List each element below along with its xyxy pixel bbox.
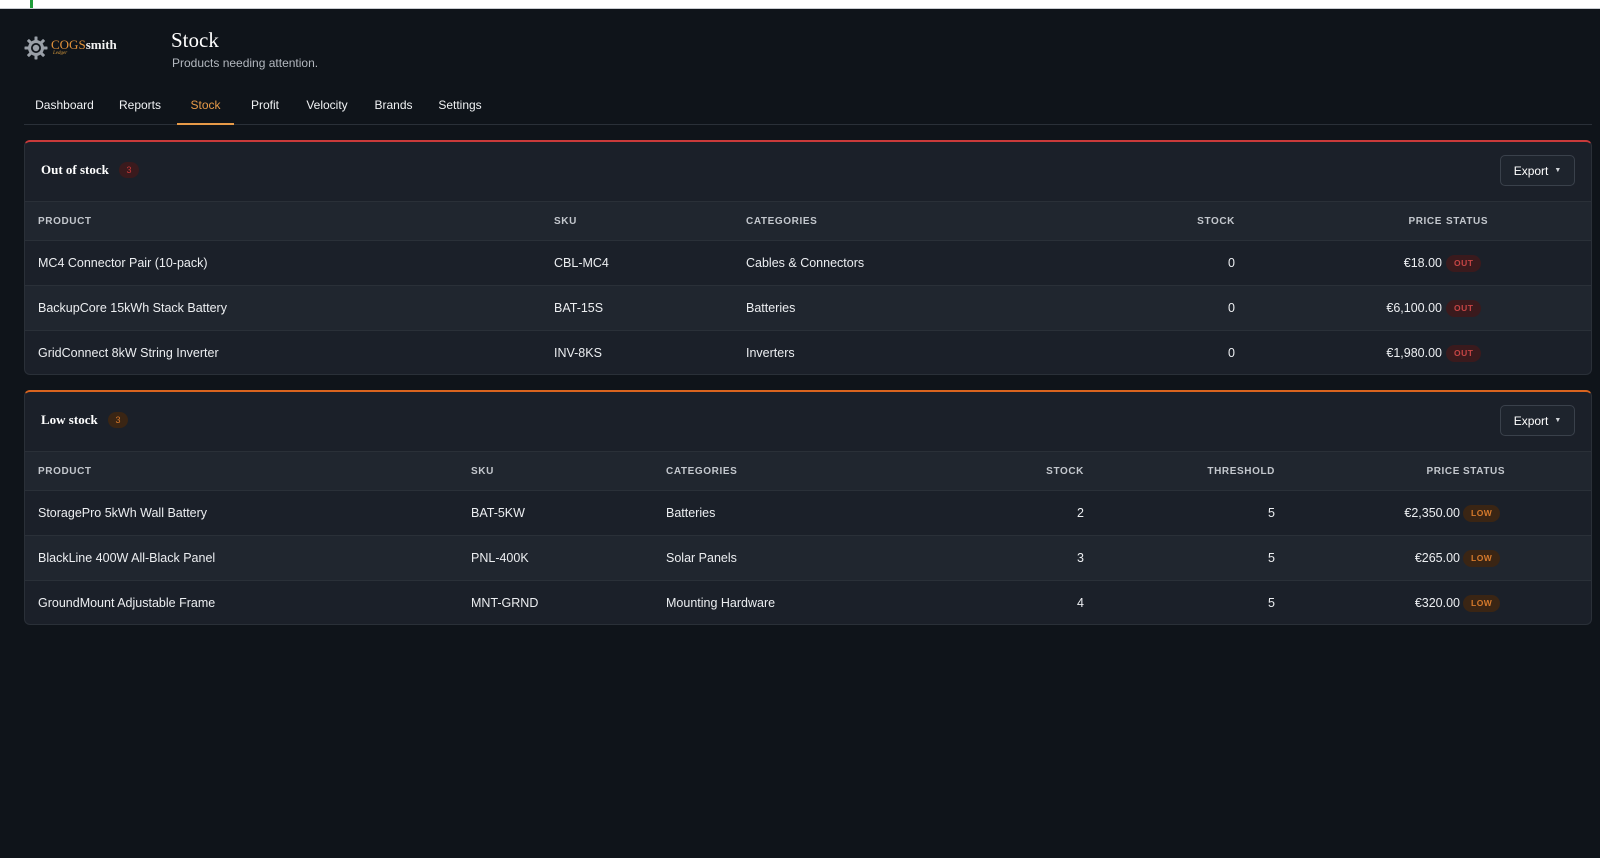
price-cell: €265.00: [1414, 551, 1460, 565]
stock-cell: 3: [1077, 551, 1084, 565]
column-header-price[interactable]: PRICE: [1305, 466, 1460, 477]
logo-secondary-text: smith: [85, 37, 117, 52]
column-header-stock[interactable]: STOCK: [1085, 216, 1235, 227]
export-label: Export: [1513, 413, 1549, 428]
product-cell: BackupCore 15kWh Stack Battery: [38, 301, 227, 315]
price-cell: €18.00: [1403, 256, 1442, 270]
tab-settings[interactable]: Settings: [428, 88, 492, 125]
logo-wordmark: COGSsmith Ledger: [51, 37, 117, 56]
product-cell: MC4 Connector Pair (10-pack): [38, 256, 208, 270]
table-row[interactable]: GroundMount Adjustable Frame MNT-GRND Mo…: [25, 581, 1591, 624]
status-badge: LOW: [1463, 505, 1501, 522]
product-cell: StoragePro 5kWh Wall Battery: [38, 506, 208, 520]
column-header-product[interactable]: PRODUCT: [38, 216, 92, 227]
product-cell: BlackLine 400W All-Black Panel: [38, 551, 216, 565]
panel-title: Out of stock: [41, 162, 109, 177]
table-row[interactable]: BlackLine 400W All-Black Panel PNL-400K …: [25, 536, 1591, 581]
logo-tagline: Ledger: [53, 51, 68, 56]
categories-cell: Mounting Hardware: [666, 596, 776, 610]
status-badge: OUT: [1446, 345, 1482, 362]
page-subtitle: Products needing attention.: [172, 56, 319, 70]
tab-stock[interactable]: Stock: [177, 88, 234, 125]
export-button[interactable]: Export ▼: [1500, 405, 1575, 436]
price-cell: €2,350.00: [1404, 506, 1460, 520]
price-cell: €6,100.00: [1386, 301, 1442, 315]
panel-header: Out of stock 3 Export ▼: [25, 142, 1591, 201]
caret-down-icon: ▼: [1554, 167, 1562, 174]
stock-cell: 0: [1228, 256, 1235, 270]
threshold-cell: 5: [1268, 596, 1275, 610]
app-logo[interactable]: COGSsmith Ledger: [24, 36, 117, 60]
sku-cell: PNL-400K: [471, 551, 529, 565]
status-badge: OUT: [1446, 255, 1482, 272]
table-header: PRODUCT SKU CATEGORIES STOCK THRESHOLD P…: [25, 451, 1591, 491]
categories-cell: Solar Panels: [666, 551, 737, 565]
column-header-product[interactable]: PRODUCT: [38, 466, 92, 477]
column-header-stock[interactable]: STOCK: [935, 466, 1084, 477]
tab-velocity[interactable]: Velocity: [294, 88, 360, 125]
status-badge: LOW: [1463, 550, 1501, 567]
column-header-sku[interactable]: SKU: [554, 216, 577, 227]
out-of-stock-panel: Out of stock 3 Export ▼ PRODUCT SKU CATE…: [24, 140, 1592, 375]
gear-logo-icon: [24, 36, 48, 60]
table-row[interactable]: StoragePro 5kWh Wall Battery BAT-5KW Bat…: [25, 491, 1591, 536]
price-cell: €1,980.00: [1386, 346, 1442, 360]
progress-indicator: [30, 0, 33, 8]
count-badge: 3: [108, 412, 128, 428]
column-header-price[interactable]: PRICE: [1285, 216, 1442, 227]
stock-cell: 2: [1077, 506, 1084, 520]
stock-cell: 0: [1228, 301, 1235, 315]
caret-down-icon: ▼: [1554, 417, 1562, 424]
logo-primary-text: COGS: [51, 37, 86, 52]
categories-cell: Batteries: [746, 301, 796, 315]
browser-top-strip: [0, 0, 1600, 9]
stock-cell: 0: [1228, 346, 1235, 360]
sku-cell: BAT-15S: [554, 301, 604, 315]
status-badge: LOW: [1463, 595, 1501, 612]
product-cell: GroundMount Adjustable Frame: [38, 596, 216, 610]
sku-cell: MNT-GRND: [471, 596, 539, 610]
categories-cell: Inverters: [746, 346, 795, 360]
sku-cell: CBL-MC4: [554, 256, 609, 270]
threshold-cell: 5: [1268, 506, 1275, 520]
page-title: Stock: [171, 28, 219, 52]
tab-brands[interactable]: Brands: [365, 88, 422, 125]
panel-header: Low stock 3 Export ▼: [25, 392, 1591, 451]
table-row[interactable]: BackupCore 15kWh Stack Battery BAT-15S B…: [25, 286, 1591, 331]
column-header-categories[interactable]: CATEGORIES: [666, 466, 737, 477]
sku-cell: BAT-5KW: [471, 506, 525, 520]
column-header-categories[interactable]: CATEGORIES: [746, 216, 817, 227]
table-row[interactable]: GridConnect 8kW String Inverter INV-8KS …: [25, 331, 1591, 374]
table-row[interactable]: MC4 Connector Pair (10-pack) CBL-MC4 Cab…: [25, 241, 1591, 286]
export-button[interactable]: Export ▼: [1500, 155, 1575, 186]
column-header-threshold[interactable]: THRESHOLD: [1125, 466, 1275, 477]
status-badge: OUT: [1446, 300, 1482, 317]
tab-profit[interactable]: Profit: [242, 88, 288, 125]
threshold-cell: 5: [1268, 551, 1275, 565]
categories-cell: Batteries: [666, 506, 716, 520]
panel-title: Low stock: [41, 412, 98, 427]
product-cell: GridConnect 8kW String Inverter: [38, 346, 219, 360]
export-label: Export: [1513, 163, 1549, 178]
low-stock-panel: Low stock 3 Export ▼ PRODUCT SKU CATEGOR…: [24, 390, 1592, 625]
tab-reports[interactable]: Reports: [107, 88, 173, 125]
categories-cell: Cables & Connectors: [746, 256, 865, 270]
column-header-status[interactable]: STATUS: [1446, 216, 1488, 227]
table-header: PRODUCT SKU CATEGORIES STOCK PRICE STATU…: [25, 201, 1591, 241]
sku-cell: INV-8KS: [554, 346, 602, 360]
price-cell: €320.00: [1414, 596, 1460, 610]
app-header: COGSsmith Ledger Stock Products needing …: [24, 28, 1584, 70]
main-nav-tabs: Dashboard Reports Stock Profit Velocity …: [24, 88, 1592, 125]
stock-cell: 4: [1077, 596, 1084, 610]
column-header-sku[interactable]: SKU: [471, 466, 494, 477]
tab-dashboard[interactable]: Dashboard: [24, 88, 105, 125]
count-badge: 3: [119, 162, 139, 178]
column-header-status[interactable]: STATUS: [1463, 466, 1505, 477]
